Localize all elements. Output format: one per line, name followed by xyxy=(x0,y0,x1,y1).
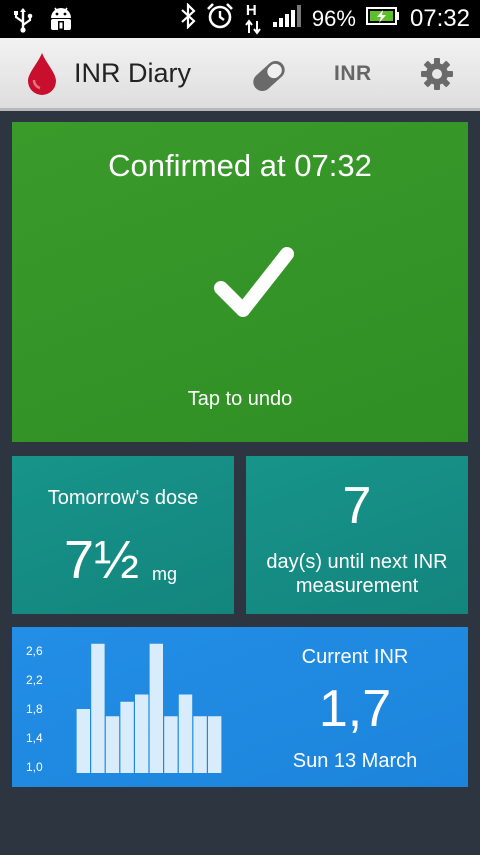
confirmation-title: Confirmed at 07:32 xyxy=(108,148,372,183)
bluetooth-icon xyxy=(180,2,196,35)
undo-label: Tap to undo xyxy=(187,388,293,410)
inr-bar xyxy=(149,643,163,773)
alarm-icon xyxy=(206,2,234,36)
dose-value: 7½ xyxy=(64,530,140,590)
data-arrows-icon: H xyxy=(244,2,262,36)
blood-drop-icon xyxy=(24,51,60,100)
next-measurement-tile[interactable]: 7 day(s) until next INR measurement xyxy=(246,456,468,614)
inr-button[interactable]: INR xyxy=(334,62,372,86)
inr-history-chart: 2,6 2,2 1,8 1,4 1,0 xyxy=(26,643,222,774)
inr-bar xyxy=(91,643,105,773)
current-inr-tile[interactable]: 2,6 2,2 1,8 1,4 1,0 Current INR 1,7 Sun 13 M… xyxy=(12,627,468,787)
y-tick-label: 1,0 xyxy=(26,760,43,774)
battery-icon xyxy=(365,6,400,32)
app-bar: INR Diary INR xyxy=(0,38,480,111)
tomorrow-dose-tile[interactable]: Tomorrow's dose 7½ mg xyxy=(12,456,234,614)
inr-bar xyxy=(164,716,178,773)
inr-bar xyxy=(193,716,207,773)
current-inr-label: Current INR xyxy=(301,646,409,668)
y-tick-label: 2,2 xyxy=(26,673,43,687)
inr-bar xyxy=(120,701,134,773)
dose-title: Tomorrow's dose xyxy=(47,487,199,509)
days-until-label: day(s) until next INR measurement xyxy=(266,551,448,597)
current-inr-value: 1,7 xyxy=(318,680,392,738)
network-type-label: H xyxy=(245,2,257,19)
inr-bar xyxy=(135,694,149,773)
pill-icon[interactable] xyxy=(248,56,290,101)
checkmark-icon xyxy=(211,240,297,331)
confirmation-tile[interactable]: Confirmed at 07:32 Tap to undo xyxy=(12,122,468,442)
signal-icon xyxy=(272,4,302,34)
inr-bar xyxy=(178,694,193,773)
usb-icon xyxy=(12,7,34,38)
inr-bar xyxy=(76,709,90,773)
status-time: 07:32 xyxy=(409,5,470,32)
app-title: INR Diary xyxy=(74,58,192,88)
dose-unit: mg xyxy=(152,564,178,584)
y-tick-label: 2,6 xyxy=(26,644,43,658)
y-tick-label: 1,8 xyxy=(26,702,43,716)
current-inr-date: Sun 13 March xyxy=(292,750,418,772)
status-bar: H 96% 07:32 xyxy=(0,0,480,38)
days-until-value: 7 xyxy=(342,477,372,535)
inr-bar xyxy=(208,716,222,773)
android-debug-icon xyxy=(48,6,74,39)
y-tick-label: 1,4 xyxy=(26,731,43,745)
battery-percentage: 96% xyxy=(311,6,356,31)
inr-bar xyxy=(105,716,120,773)
gear-icon[interactable] xyxy=(420,57,454,96)
